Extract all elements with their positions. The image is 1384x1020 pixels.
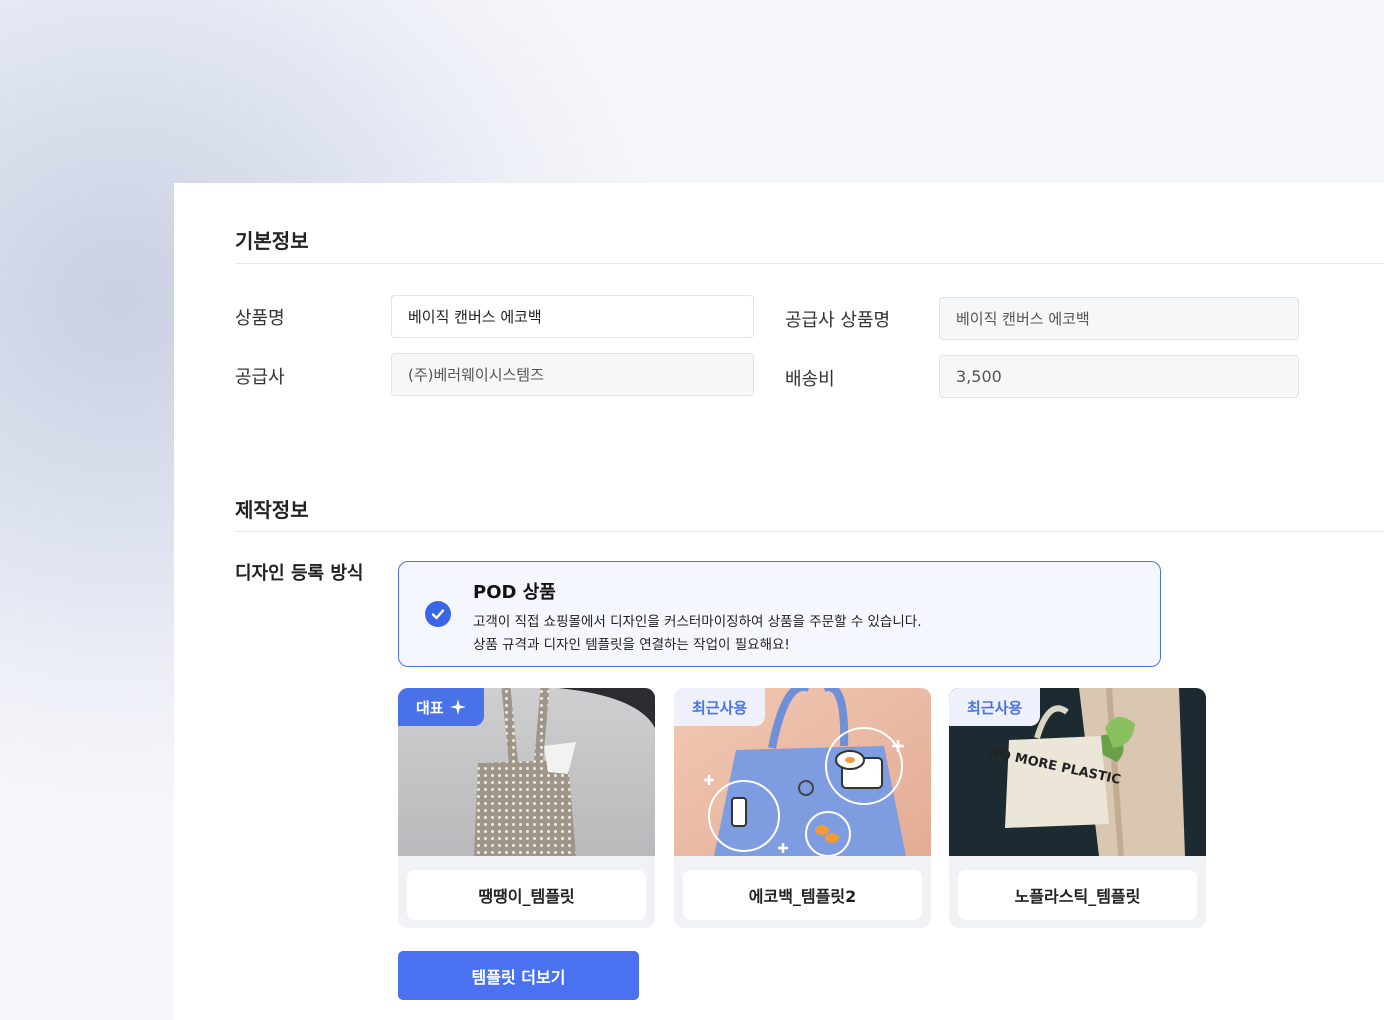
- pod-product-option[interactable]: POD 상품 고객이 직접 쇼핑몰에서 디자인을 커스터마이징하여 상품을 주문…: [398, 561, 1161, 667]
- supplier-input: [391, 353, 754, 396]
- template-name: 에코백_템플릿2: [683, 870, 922, 920]
- template-name: 노플라스틱_템플릿: [958, 870, 1197, 920]
- divider: [235, 531, 1384, 532]
- pod-title: POD 상품: [473, 582, 556, 603]
- pod-description: 고객이 직접 쇼핑몰에서 디자인을 커스터마이징하여 상품을 주문할 수 있습니…: [473, 614, 922, 630]
- more-templates-button[interactable]: 템플릿 더보기: [398, 951, 639, 1000]
- template-card[interactable]: NO MORE PLASTIC 최근사용 노플라스틱_템플릿: [949, 688, 1206, 928]
- product-name-label: 상품명: [235, 308, 285, 329]
- supplier-label: 공급사: [235, 367, 285, 388]
- product-name-input[interactable]: [391, 295, 754, 338]
- production-info-title: 제작정보: [235, 498, 309, 522]
- supplier-product-name-label: 공급사 상품명: [785, 310, 891, 331]
- divider: [235, 263, 1384, 264]
- template-tag: 최근사용: [949, 688, 1041, 726]
- pod-description: 상품 규격과 디자인 템플릿을 연결하는 작업이 필요해요!: [473, 637, 790, 653]
- sparkle-icon: [449, 699, 466, 715]
- template-tag: 최근사용: [674, 688, 766, 726]
- basic-info-title: 기본정보: [235, 229, 309, 253]
- design-method-label: 디자인 등록 방식: [235, 563, 364, 584]
- shipping-fee-label: 배송비: [785, 369, 835, 390]
- supplier-product-name-input: [939, 297, 1299, 340]
- template-name: 땡땡이_템플릿: [407, 870, 646, 920]
- template-card[interactable]: 최근사용 에코백_템플릿2: [674, 688, 931, 928]
- shipping-fee-input: [939, 355, 1299, 398]
- template-card[interactable]: 대표 땡땡이_템플릿: [398, 688, 655, 928]
- check-icon: [425, 601, 451, 627]
- template-tag: 대표: [398, 688, 484, 726]
- product-form-panel: 기본정보 상품명 공급사 상품명 공급사 배송비 제작정보 디자인 등록 방식 …: [174, 183, 1384, 1020]
